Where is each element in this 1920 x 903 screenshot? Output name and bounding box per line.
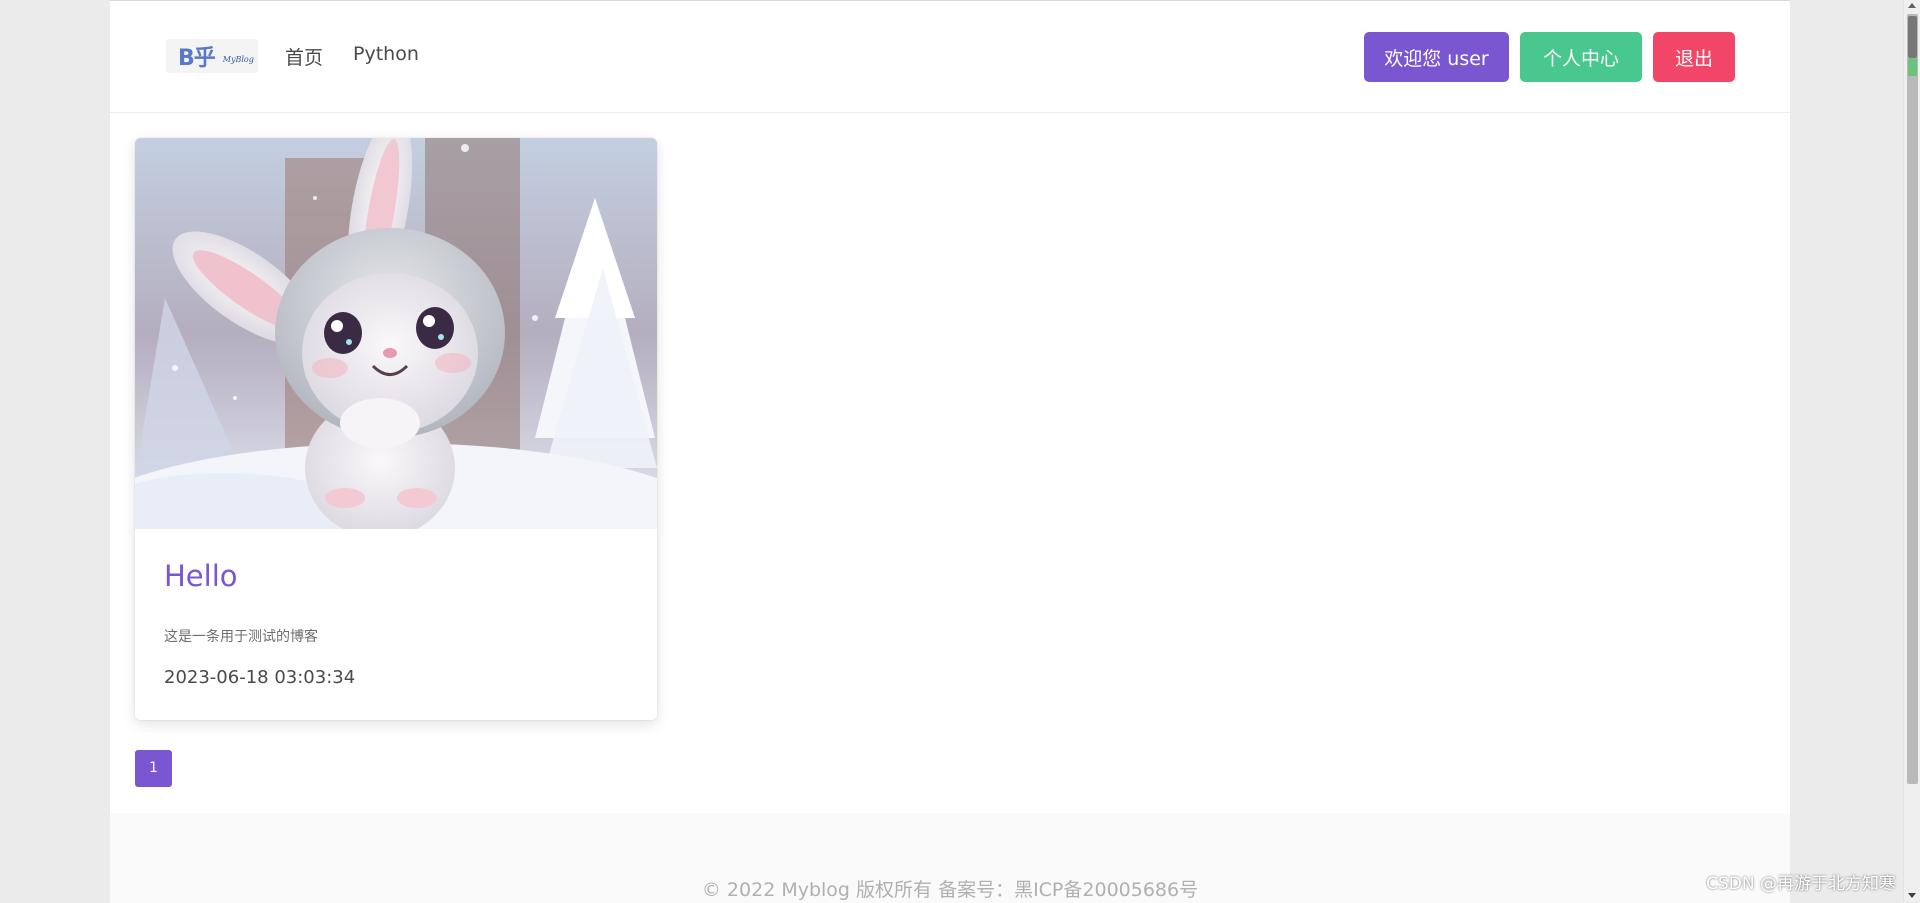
logout-button[interactable]: 退出	[1653, 32, 1735, 82]
logo-text: B乎	[178, 40, 215, 72]
site-logo[interactable]: B乎 MyBlog	[166, 39, 258, 73]
pagination: 1	[135, 750, 172, 787]
site-footer: © 2022 Myblog 版权所有 备案号：黑ICP备20005686号	[110, 813, 1790, 903]
bunny-illustration	[135, 138, 657, 529]
post-card-content: Hello 这是一条用于测试的博客 2023-06-18 03:03:34	[135, 529, 657, 718]
post-card[interactable]: Hello 这是一条用于测试的博客 2023-06-18 03:03:34	[135, 138, 657, 720]
site-header: B乎 MyBlog 首页 Python 欢迎您 user 个人中心 退出	[110, 1, 1790, 113]
user-center-button[interactable]: 个人中心	[1520, 32, 1642, 82]
scroll-up-arrow-icon[interactable]	[1908, 3, 1916, 8]
logo-subtext: MyBlog	[223, 55, 254, 64]
page-container: B乎 MyBlog 首页 Python 欢迎您 user 个人中心 退出	[110, 0, 1790, 902]
post-description: 这是一条用于测试的博客	[164, 626, 628, 646]
scroll-position-marker	[1908, 58, 1917, 76]
post-title[interactable]: Hello	[164, 559, 628, 593]
scroll-down-arrow-icon[interactable]	[1908, 893, 1916, 898]
page-scrollbar[interactable]	[1903, 0, 1920, 902]
page-link-current[interactable]: 1	[135, 750, 172, 787]
post-cover-image[interactable]	[135, 138, 657, 529]
nav-item-python[interactable]: Python	[353, 43, 419, 70]
scroll-thumb[interactable]	[1907, 14, 1918, 784]
csdn-watermark: CSDN @再游于北方知寒	[1706, 869, 1896, 894]
main-nav: 首页 Python	[285, 43, 419, 70]
post-date: 2023-06-18 03:03:34	[164, 667, 628, 688]
welcome-user-button[interactable]: 欢迎您 user	[1364, 32, 1509, 82]
header-actions: 欢迎您 user 个人中心 退出	[1364, 32, 1735, 82]
scroll-thumb-grip	[1908, 16, 1917, 58]
footer-copyright: © 2022 Myblog 版权所有 备案号：黑ICP备20005686号	[110, 875, 1790, 902]
nav-item-home[interactable]: 首页	[285, 43, 323, 70]
